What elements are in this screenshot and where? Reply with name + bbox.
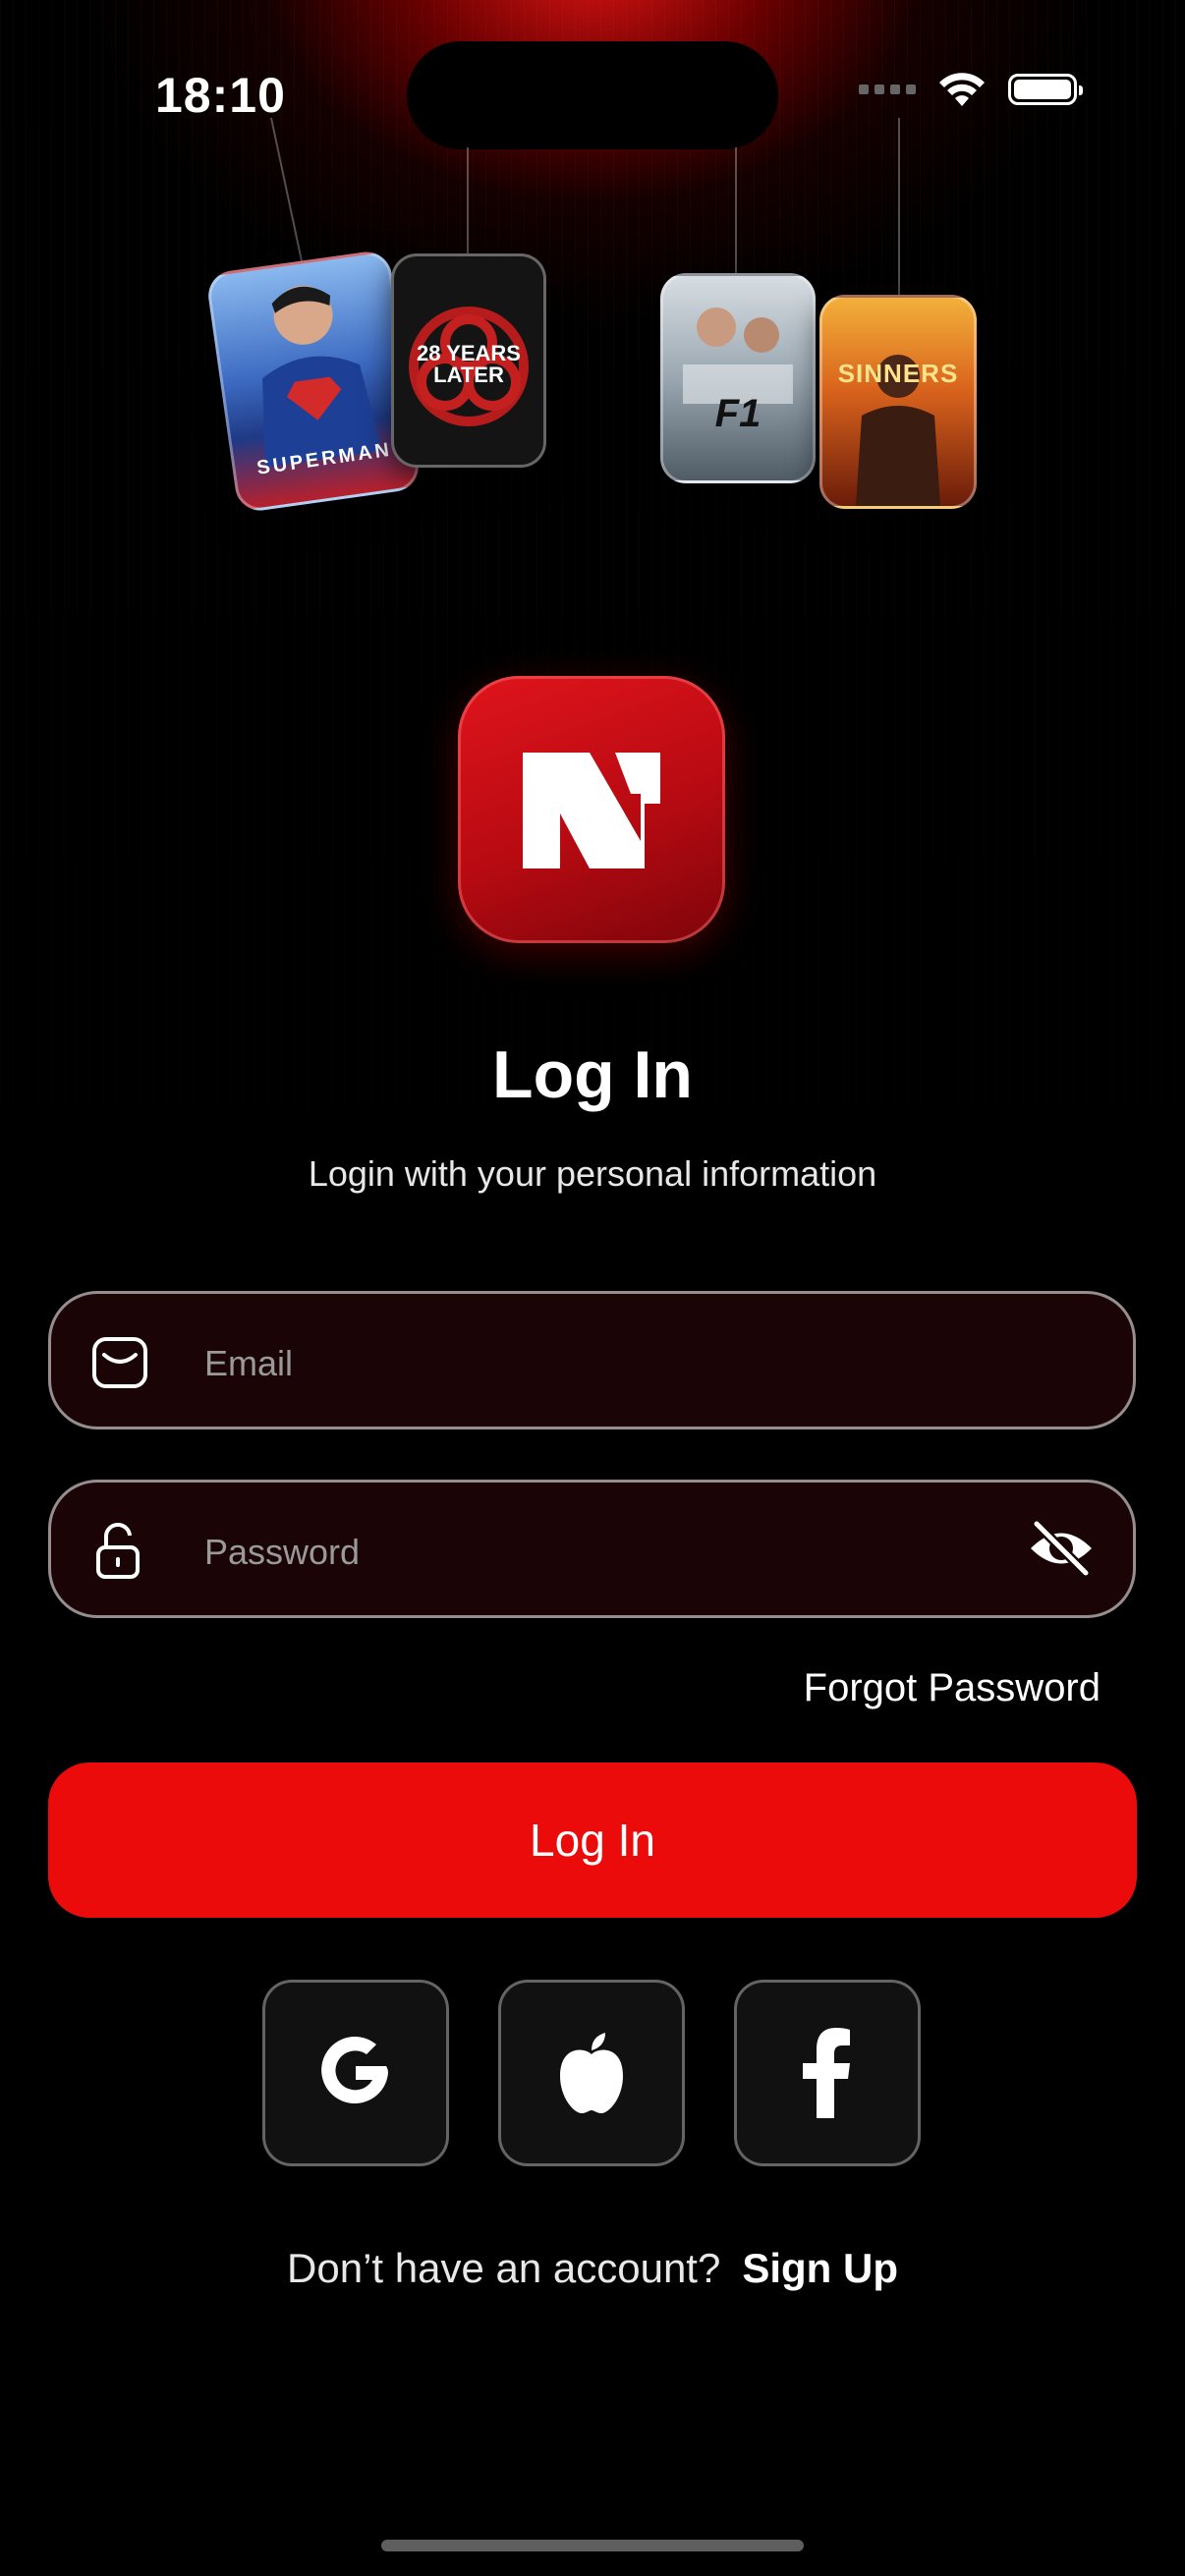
poster-string xyxy=(467,147,469,255)
sign-up-link[interactable]: Sign Up xyxy=(742,2245,898,2291)
poster-sinners[interactable]: SINNERS xyxy=(819,295,977,509)
battery-icon xyxy=(1008,74,1083,105)
dynamic-island xyxy=(407,41,778,149)
home-indicator[interactable] xyxy=(381,2540,804,2551)
apple-icon xyxy=(560,2033,623,2113)
poster-string xyxy=(898,118,900,300)
cellular-icon xyxy=(859,84,916,94)
app-logo xyxy=(458,676,725,943)
eye-off-icon[interactable] xyxy=(1027,1518,1096,1579)
facebook-login-button[interactable] xyxy=(734,1980,921,2166)
page-subtitle: Login with your personal information xyxy=(308,1153,877,1194)
poster-f1[interactable]: F1 xyxy=(660,273,816,483)
email-field[interactable] xyxy=(48,1291,1136,1429)
email-input[interactable] xyxy=(202,1323,992,1404)
signup-prompt: Don’t have an account? Sign Up xyxy=(0,2245,1185,2292)
login-button[interactable]: Log In xyxy=(48,1763,1137,1918)
sinners-artwork xyxy=(856,355,940,506)
status-time: 18:10 xyxy=(155,68,286,123)
google-icon xyxy=(321,2037,388,2104)
mail-icon xyxy=(92,1337,147,1388)
apple-login-button[interactable] xyxy=(498,1980,685,2166)
poster-string xyxy=(735,147,737,275)
poster-28-years-later[interactable]: 28 YEARS LATER xyxy=(391,253,546,468)
password-input[interactable] xyxy=(202,1512,992,1593)
wifi-icon xyxy=(939,73,985,106)
password-field[interactable] xyxy=(48,1480,1136,1618)
facebook-icon xyxy=(803,2028,850,2118)
poster-title: 28 YEARS LATER xyxy=(417,341,521,387)
google-login-button[interactable] xyxy=(262,1980,449,2166)
forgot-password-link[interactable]: Forgot Password xyxy=(804,1666,1100,1710)
signup-prompt-text: Don’t have an account? xyxy=(287,2245,721,2291)
page-title: Log In xyxy=(492,1037,693,1112)
poster-title: F1 xyxy=(714,392,762,435)
f1-artwork xyxy=(683,308,793,404)
unlock-icon xyxy=(96,1523,140,1579)
app-logo-mark xyxy=(523,753,660,868)
status-indicators xyxy=(859,71,1083,108)
poster-superman[interactable]: SUPERMAN xyxy=(204,249,423,514)
poster-title: SINNERS xyxy=(837,359,959,388)
